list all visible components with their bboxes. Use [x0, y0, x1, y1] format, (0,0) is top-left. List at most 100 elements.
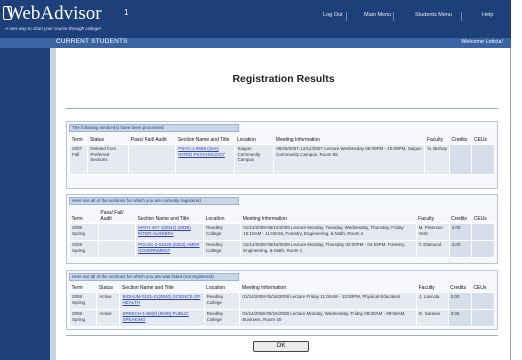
cell-faculty: J. Lascola: [416, 292, 449, 310]
col-credits: Credits: [451, 137, 468, 143]
waitlisted-heading: Here are all of the sections for which y…: [69, 273, 239, 281]
cell-faculty: E. Saravia: [416, 309, 449, 327]
cell-term: 2008 Spring: [68, 292, 98, 310]
nav-main-menu-link[interactable]: Main Menu: [364, 12, 391, 18]
left-sidebar: [0, 48, 50, 360]
section-link[interactable]: BIOHUM-0101-21(0040) SCIENCE OF HEALTH: [119, 292, 205, 310]
divider: [66, 335, 498, 336]
col-credits: Credits: [450, 285, 467, 291]
cell-term: 2008 Spring: [69, 240, 99, 258]
waitlisted-sections-box: Here are all of the sections for which y…: [66, 270, 498, 330]
col-faculty: Faculty: [426, 137, 444, 143]
cell-meeting: 01/14/2008-05/16/2008 Lecture Monday, Th…: [240, 240, 417, 258]
cell-status: Deleted from Preferred Sections: [87, 144, 130, 175]
cell-location: Reedley College: [203, 240, 242, 258]
col-section: Section Name and Title: [121, 285, 174, 291]
cell-term: 2008 Spring: [69, 223, 99, 241]
cell-meeting: 01/14/2008-05/16/2008 Lecture Friday 11:…: [239, 292, 418, 310]
table-header-row: Term Status Section Name and Title Locat…: [70, 284, 495, 293]
section-link[interactable]: PSYC-1-9058 (Gen) INTRO PSYCHOLOGY: [175, 144, 236, 175]
cell-location: Reedley College: [203, 292, 241, 310]
cell-credits: 3.00: [447, 309, 472, 327]
table-row: 2008 Spring Active SPEECH-1-50(0) (0040)…: [68, 309, 496, 327]
cell-meeting: 08/28/2007-12/12/2007 Lecture Wednesday …: [273, 144, 426, 175]
cell-faculty: N. Bishop: [424, 144, 450, 175]
ok-button[interactable]: OK: [253, 341, 309, 352]
col-section: Section Name and Title: [137, 216, 190, 222]
cell-ceus: [470, 292, 496, 310]
cell-pfa: [97, 223, 137, 241]
top-nav: Log Out Main Menu Students Menu Help: [0, 12, 511, 24]
cell-credits: 3.00: [447, 292, 472, 310]
cell-term: 2007 Fall: [68, 144, 89, 175]
section-link[interactable]: SPEECH-1-50(0) (0040) PUBLIC SPEAKING: [119, 309, 205, 327]
col-section: Section Name and Title: [177, 137, 230, 143]
registered-heading: Here are all of the sections for which y…: [69, 197, 239, 205]
processed-table: Term Status Pass/ Fail/ Audit Section Na…: [68, 136, 495, 175]
col-meeting: Meeting Information: [242, 216, 287, 222]
registered-table: Term Pass/ Fail/ Audit Section Name and …: [69, 209, 495, 258]
cell-location: Reedley College: [203, 309, 241, 327]
nav-students-menu-link[interactable]: Students Menu: [415, 12, 452, 18]
cell-term: 2008 Spring: [68, 309, 98, 327]
browser-frame: WebAdvisor 1 A new way to chart your cou…: [0, 0, 511, 360]
welcome-text: Welcome Leticia!: [461, 39, 503, 45]
col-pfa: Pass/ Fail/ Audit: [100, 210, 124, 222]
registered-sections-box: Here are all of the sections for which y…: [66, 194, 498, 264]
cell-credits: [448, 144, 473, 175]
table-header-row: Term Status Pass/ Fail/ Audit Section Na…: [70, 136, 495, 145]
logo-tagline: A new way to chart your course through c…: [5, 26, 101, 31]
col-status: Status: [89, 137, 105, 143]
cell-credits: 3.00: [448, 240, 473, 258]
cell-meeting: 01/14/2008-05/16/2008 Lecture Monday, We…: [239, 309, 418, 327]
cell-location: Reedley College: [203, 223, 242, 241]
nav-separator: [346, 12, 347, 21]
section-link[interactable]: POLSC-2-03428 (0203) AMER GOVERNMENT: [134, 240, 205, 258]
nav-separator: [393, 12, 394, 21]
nav-separator: [461, 12, 462, 21]
cell-ceus: [471, 144, 495, 175]
col-ceus: CEUs: [473, 216, 487, 222]
cell-faculty: M. Peterson Verb: [415, 223, 450, 241]
cell-pfa: [97, 240, 137, 258]
page-title: Registration Results: [232, 73, 335, 85]
main-content: Registration Results The following secti…: [56, 48, 511, 360]
cell-credits: 3.00: [448, 223, 473, 241]
divider: [66, 108, 498, 109]
col-term: Term: [71, 216, 83, 222]
app-header: WebAdvisor 1 A new way to chart your cou…: [0, 0, 511, 38]
col-faculty: Faculty: [418, 216, 435, 222]
col-location: Location: [205, 216, 225, 222]
col-meeting: Meeting Information: [241, 285, 287, 291]
cell-status: Active: [96, 292, 121, 310]
col-term: Term: [71, 285, 83, 291]
cell-ceus: [471, 223, 495, 241]
nav-help-link[interactable]: Help: [482, 12, 493, 18]
table-header-row: Term Pass/ Fail/ Audit Section Name and …: [70, 209, 495, 224]
table-row: 2008 Spring MATH-407-1(0042) (0039) INTE…: [69, 223, 495, 241]
cell-faculty: T. Diamond: [415, 240, 450, 258]
col-pfa: Pass/ Fail/ Audit: [130, 137, 167, 143]
section-link[interactable]: MATH-407-1(0042) (0039) INTER ALGEBRA: [134, 223, 205, 241]
cell-meeting: 01/14/2008-05/16/2008 Lecture Monday, Tu…: [240, 223, 417, 241]
table-row: 2008 Spring POLSC-2-03428 (0203) AMER GO…: [69, 240, 495, 258]
window-edge: [511, 0, 522, 360]
waitlisted-table: Term Status Section Name and Title Locat…: [68, 284, 496, 327]
cell-pfa: [128, 144, 177, 175]
table-row: 2007 Fall Deleted from Preferred Section…: [68, 144, 495, 175]
col-term: Term: [71, 137, 83, 143]
col-ceus: CEUs: [473, 137, 488, 143]
cell-ceus: [471, 240, 495, 258]
col-status: Status: [98, 285, 114, 291]
processed-heading: The following section(s) have been proce…: [69, 124, 239, 132]
col-meeting: Meeting Information: [275, 137, 320, 143]
section-bar: CURRENT STUDENTS Welcome Leticia!: [0, 38, 511, 48]
section-title: CURRENT STUDENTS: [56, 38, 128, 45]
col-location: Location: [206, 285, 226, 291]
processed-sections-box: The following section(s) have been proce…: [66, 121, 498, 189]
col-ceus: CEUs: [473, 285, 487, 291]
col-location: Location: [236, 137, 256, 143]
nav-logout-link[interactable]: Log Out: [323, 12, 343, 18]
cell-ceus: [470, 309, 496, 327]
table-row: 2008 Spring Active BIOHUM-0101-21(0040) …: [68, 292, 496, 310]
